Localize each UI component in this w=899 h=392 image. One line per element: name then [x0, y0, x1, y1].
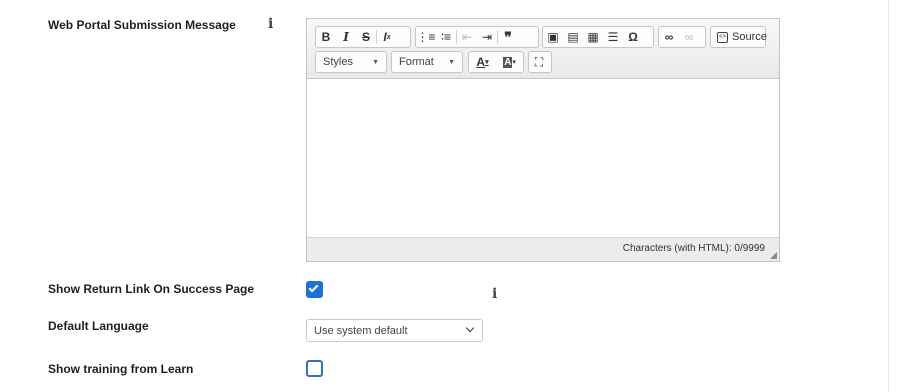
editor-toolbar: B I S Ix ⋮≡ ∶≡ ⇤ ⇥ ❞ ▣ ▤ ▦ ☰ Ω ∞ ∞ <> So…	[307, 19, 779, 79]
italic-button[interactable]: I	[336, 27, 356, 47]
chevron-down-icon	[465, 323, 475, 333]
character-count: Characters (with HTML): 0/9999	[622, 243, 765, 254]
increase-indent-button[interactable]: ⇥	[477, 27, 497, 47]
insert-group: ▣ ▤ ▦ ☰ Ω	[542, 26, 654, 48]
info-icon[interactable]: i	[492, 286, 497, 302]
source-button[interactable]: <> Source	[711, 27, 773, 47]
format-label: Format	[399, 56, 434, 68]
strikethrough-button[interactable]: S	[356, 27, 376, 47]
horizontal-line-button[interactable]: ☰	[603, 27, 623, 47]
image-button[interactable]: ▣	[543, 27, 563, 47]
background-color-button[interactable]: A ▾	[496, 52, 523, 72]
format-dropdown[interactable]: Format ▼	[391, 51, 463, 73]
default-language-select[interactable]: Use system default	[306, 319, 483, 342]
default-language-value: Use system default	[314, 325, 408, 337]
dropdown-arrow-icon: ▼	[372, 58, 379, 66]
dropdown-arrow-icon: ▼	[448, 58, 455, 66]
resize-handle[interactable]	[770, 252, 777, 259]
rich-text-editor: B I S Ix ⋮≡ ∶≡ ⇤ ⇥ ❞ ▣ ▤ ▦ ☰ Ω ∞ ∞ <> So…	[306, 18, 780, 262]
web-portal-submission-message-label: Web Portal Submission Message	[48, 18, 236, 32]
paragraph-group: ⋮≡ ∶≡ ⇤ ⇥ ❞	[415, 26, 539, 48]
info-icon[interactable]: i	[268, 16, 273, 32]
styles-dropdown[interactable]: Styles ▼	[315, 51, 387, 73]
remove-format-button[interactable]: Ix	[377, 27, 397, 47]
checkmark-icon	[308, 282, 319, 293]
editor-content-area[interactable]	[307, 79, 779, 237]
bulleted-list-button[interactable]: ∶≡	[436, 27, 456, 47]
numbered-list-button[interactable]: ⋮≡	[416, 27, 436, 47]
bold-button[interactable]: B	[316, 27, 336, 47]
styles-label: Styles	[323, 56, 353, 68]
source-group: <> Source	[710, 26, 767, 48]
decrease-indent-button[interactable]: ⇤	[457, 27, 477, 47]
text-color-button[interactable]: A ▾	[469, 52, 496, 72]
tools-group: ⛶	[528, 51, 552, 73]
source-label: Source	[732, 31, 767, 43]
link-button[interactable]: ∞	[659, 27, 679, 47]
special-char-button[interactable]: Ω	[623, 27, 643, 47]
links-group: ∞ ∞	[658, 26, 706, 48]
blockquote-button[interactable]: ❞	[498, 27, 518, 47]
table-button[interactable]: ▦	[583, 27, 603, 47]
show-training-label: Show training from Learn	[48, 362, 194, 376]
maximize-button[interactable]: ⛶	[529, 52, 549, 72]
show-return-link-checkbox[interactable]	[306, 281, 323, 298]
basic-styles-group: B I S Ix	[315, 26, 411, 48]
source-icon: <>	[717, 31, 728, 43]
show-training-checkbox[interactable]	[306, 360, 323, 377]
flash-button[interactable]: ▤	[563, 27, 583, 47]
colors-group: A ▾ A ▾	[468, 51, 524, 73]
unlink-button[interactable]: ∞	[679, 27, 699, 47]
page-right-border	[888, 0, 889, 392]
editor-footer: Characters (with HTML): 0/9999	[307, 237, 779, 261]
show-return-link-label: Show Return Link On Success Page	[48, 282, 255, 296]
default-language-label: Default Language	[48, 319, 149, 333]
